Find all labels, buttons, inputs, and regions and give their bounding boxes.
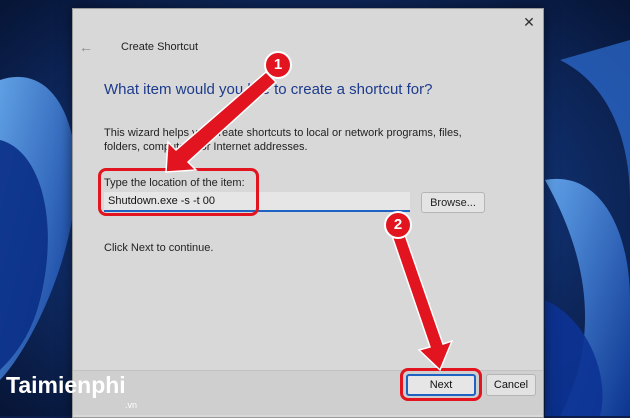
back-arrow-icon[interactable]: ← [79,39,93,55]
location-highlight-box [98,168,259,216]
next-highlight-box [400,368,482,401]
continue-hint: Click Next to continue. [104,242,214,254]
watermark-suffix: .vn [125,400,138,410]
dialog-title: Create Shortcut [121,41,199,53]
step-1-badge: 1 [264,51,292,79]
wizard-heading: What item would you like to create a sho… [104,81,433,98]
step-2-badge: 2 [384,211,412,239]
browse-button[interactable]: Browse... [421,192,485,213]
wizard-description: This wizard helps you create shortcuts t… [104,127,462,153]
title-bar: ← Create Shortcut ✕ [73,9,543,65]
close-icon[interactable]: ✕ [520,13,538,31]
cancel-button[interactable]: Cancel [486,374,536,396]
watermark-brand: Taimienphi [6,372,126,398]
watermark-logo: Taimienphi [6,372,126,399]
